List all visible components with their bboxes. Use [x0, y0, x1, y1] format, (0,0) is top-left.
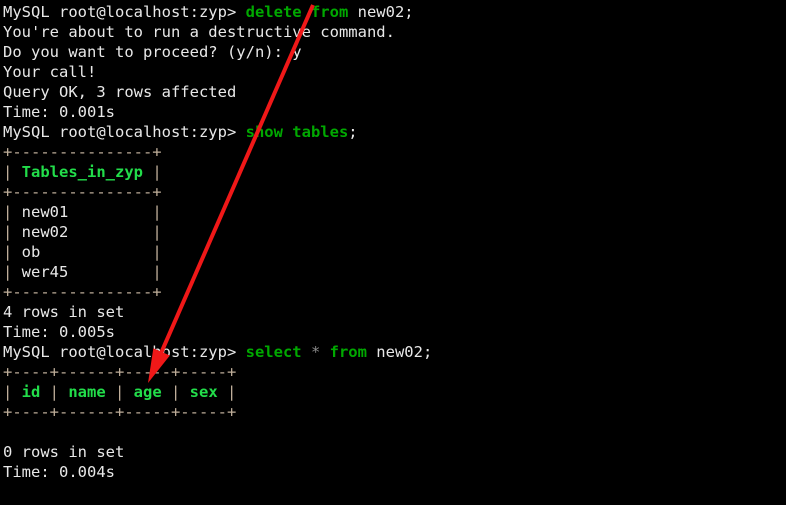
line-13-row-ob-seg-2: |: [40, 243, 162, 261]
line-22-blank: [3, 422, 432, 442]
line-2-warning: You're about to run a destructive comman…: [3, 22, 432, 42]
line-16-rows-in-set: 4 rows in set: [3, 302, 432, 322]
line-9-tables-header: | Tables_in_zyp |: [3, 162, 432, 182]
line-20-new02-header-seg-6: |: [161, 383, 190, 401]
line-18-prompt-select-seg-3: from: [329, 343, 367, 361]
line-11-row-new01: | new01 |: [3, 202, 432, 222]
line-19-new02-top-border-seg-0: +----+------+-----+-----+: [3, 363, 237, 381]
line-18-prompt-select-seg-4: new02;: [366, 343, 433, 361]
line-8-tables-top-border: +---------------+: [3, 142, 432, 162]
line-14-row-wer45-seg-0: |: [3, 263, 22, 281]
line-5-query-ok-seg-0: Query OK, 3 rows affected: [3, 83, 237, 101]
line-8-tables-top-border-seg-0: +---------------+: [3, 143, 162, 161]
line-9-tables-header-seg-2: |: [143, 163, 162, 181]
line-21-new02-bottom-border: +----+------+-----+-----+: [3, 402, 432, 422]
line-1-prompt-delete-seg-1: delete from: [245, 3, 349, 21]
line-12-row-new02-seg-1: new02: [21, 223, 69, 241]
line-3-confirm-seg-0: Do you want to proceed? (y/n): y: [3, 43, 302, 61]
line-18-prompt-select-seg-2: *: [301, 343, 330, 361]
terminal-output: MySQL root@localhost:zyp> delete from ne…: [3, 2, 432, 482]
line-10-tables-header-sep: +---------------+: [3, 182, 432, 202]
line-18-prompt-select-seg-0: MySQL root@localhost:zyp>: [3, 343, 246, 361]
line-6-time: Time: 0.001s: [3, 102, 432, 122]
line-12-row-new02: | new02 |: [3, 222, 432, 242]
line-12-row-new02-seg-2: |: [68, 223, 162, 241]
line-7-prompt-show-tables-seg-1: show tables: [245, 123, 349, 141]
line-20-new02-header-seg-5: age: [133, 383, 162, 401]
line-16-rows-in-set-seg-0: 4 rows in set: [3, 303, 125, 321]
line-22-blank-seg-0: [3, 423, 12, 441]
line-7-prompt-show-tables-seg-0: MySQL root@localhost:zyp>: [3, 123, 246, 141]
line-23-zero-rows-seg-0: 0 rows in set: [3, 443, 125, 461]
line-13-row-ob: | ob |: [3, 242, 432, 262]
line-15-tables-bottom-border: +---------------+: [3, 282, 432, 302]
line-7-prompt-show-tables-seg-2: ;: [348, 123, 358, 141]
line-20-new02-header: | id | name | age | sex |: [3, 382, 432, 402]
line-2-warning-seg-0: You're about to run a destructive comman…: [3, 23, 395, 41]
line-9-tables-header-seg-0: |: [3, 163, 22, 181]
line-20-new02-header-seg-4: |: [105, 383, 134, 401]
line-20-new02-header-seg-1: id: [21, 383, 41, 401]
line-17-time: Time: 0.005s: [3, 322, 432, 342]
line-14-row-wer45: | wer45 |: [3, 262, 432, 282]
line-1-prompt-delete: MySQL root@localhost:zyp> delete from ne…: [3, 2, 432, 22]
line-3-confirm: Do you want to proceed? (y/n): y: [3, 42, 432, 62]
line-1-prompt-delete-seg-2: new02;: [348, 3, 414, 21]
line-11-row-new01-seg-1: new01: [21, 203, 69, 221]
line-12-row-new02-seg-0: |: [3, 223, 22, 241]
line-11-row-new01-seg-0: |: [3, 203, 22, 221]
line-23-zero-rows: 0 rows in set: [3, 442, 432, 462]
line-13-row-ob-seg-0: |: [3, 243, 22, 261]
line-19-new02-top-border: +----+------+-----+-----+: [3, 362, 432, 382]
line-4-your-call-seg-0: Your call!: [3, 63, 97, 81]
line-20-new02-header-seg-3: name: [68, 383, 106, 401]
line-6-time-seg-0: Time: 0.001s: [3, 103, 115, 121]
line-24-time: Time: 0.004s: [3, 462, 432, 482]
line-20-new02-header-seg-2: |: [40, 383, 69, 401]
line-1-prompt-delete-seg-0: MySQL root@localhost:zyp>: [3, 3, 246, 21]
line-9-tables-header-seg-1: Tables_in_zyp: [21, 163, 143, 181]
terminal-window[interactable]: MySQL root@localhost:zyp> delete from ne…: [0, 0, 786, 505]
line-4-your-call: Your call!: [3, 62, 432, 82]
line-10-tables-header-sep-seg-0: +---------------+: [3, 183, 162, 201]
line-20-new02-header-seg-8: |: [217, 383, 237, 401]
line-24-time-seg-0: Time: 0.004s: [3, 463, 115, 481]
line-20-new02-header-seg-0: |: [3, 383, 22, 401]
line-21-new02-bottom-border-seg-0: +----+------+-----+-----+: [3, 403, 237, 421]
line-13-row-ob-seg-1: ob: [21, 243, 41, 261]
line-18-prompt-select-seg-1: select: [245, 343, 302, 361]
line-20-new02-header-seg-7: sex: [189, 383, 218, 401]
line-17-time-seg-0: Time: 0.005s: [3, 323, 115, 341]
line-11-row-new01-seg-2: |: [68, 203, 162, 221]
line-7-prompt-show-tables: MySQL root@localhost:zyp> show tables;: [3, 122, 432, 142]
line-15-tables-bottom-border-seg-0: +---------------+: [3, 283, 162, 301]
line-14-row-wer45-seg-1: wer45: [21, 263, 69, 281]
line-14-row-wer45-seg-2: |: [68, 263, 162, 281]
line-5-query-ok: Query OK, 3 rows affected: [3, 82, 432, 102]
line-18-prompt-select: MySQL root@localhost:zyp> select * from …: [3, 342, 432, 362]
